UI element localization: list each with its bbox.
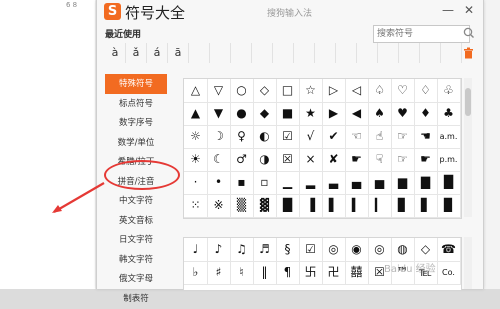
watermark: Baidu 经验 <box>384 264 436 275</box>
annotation-arrow <box>52 182 105 213</box>
category-item[interactable]: 制表符 <box>105 289 167 309</box>
